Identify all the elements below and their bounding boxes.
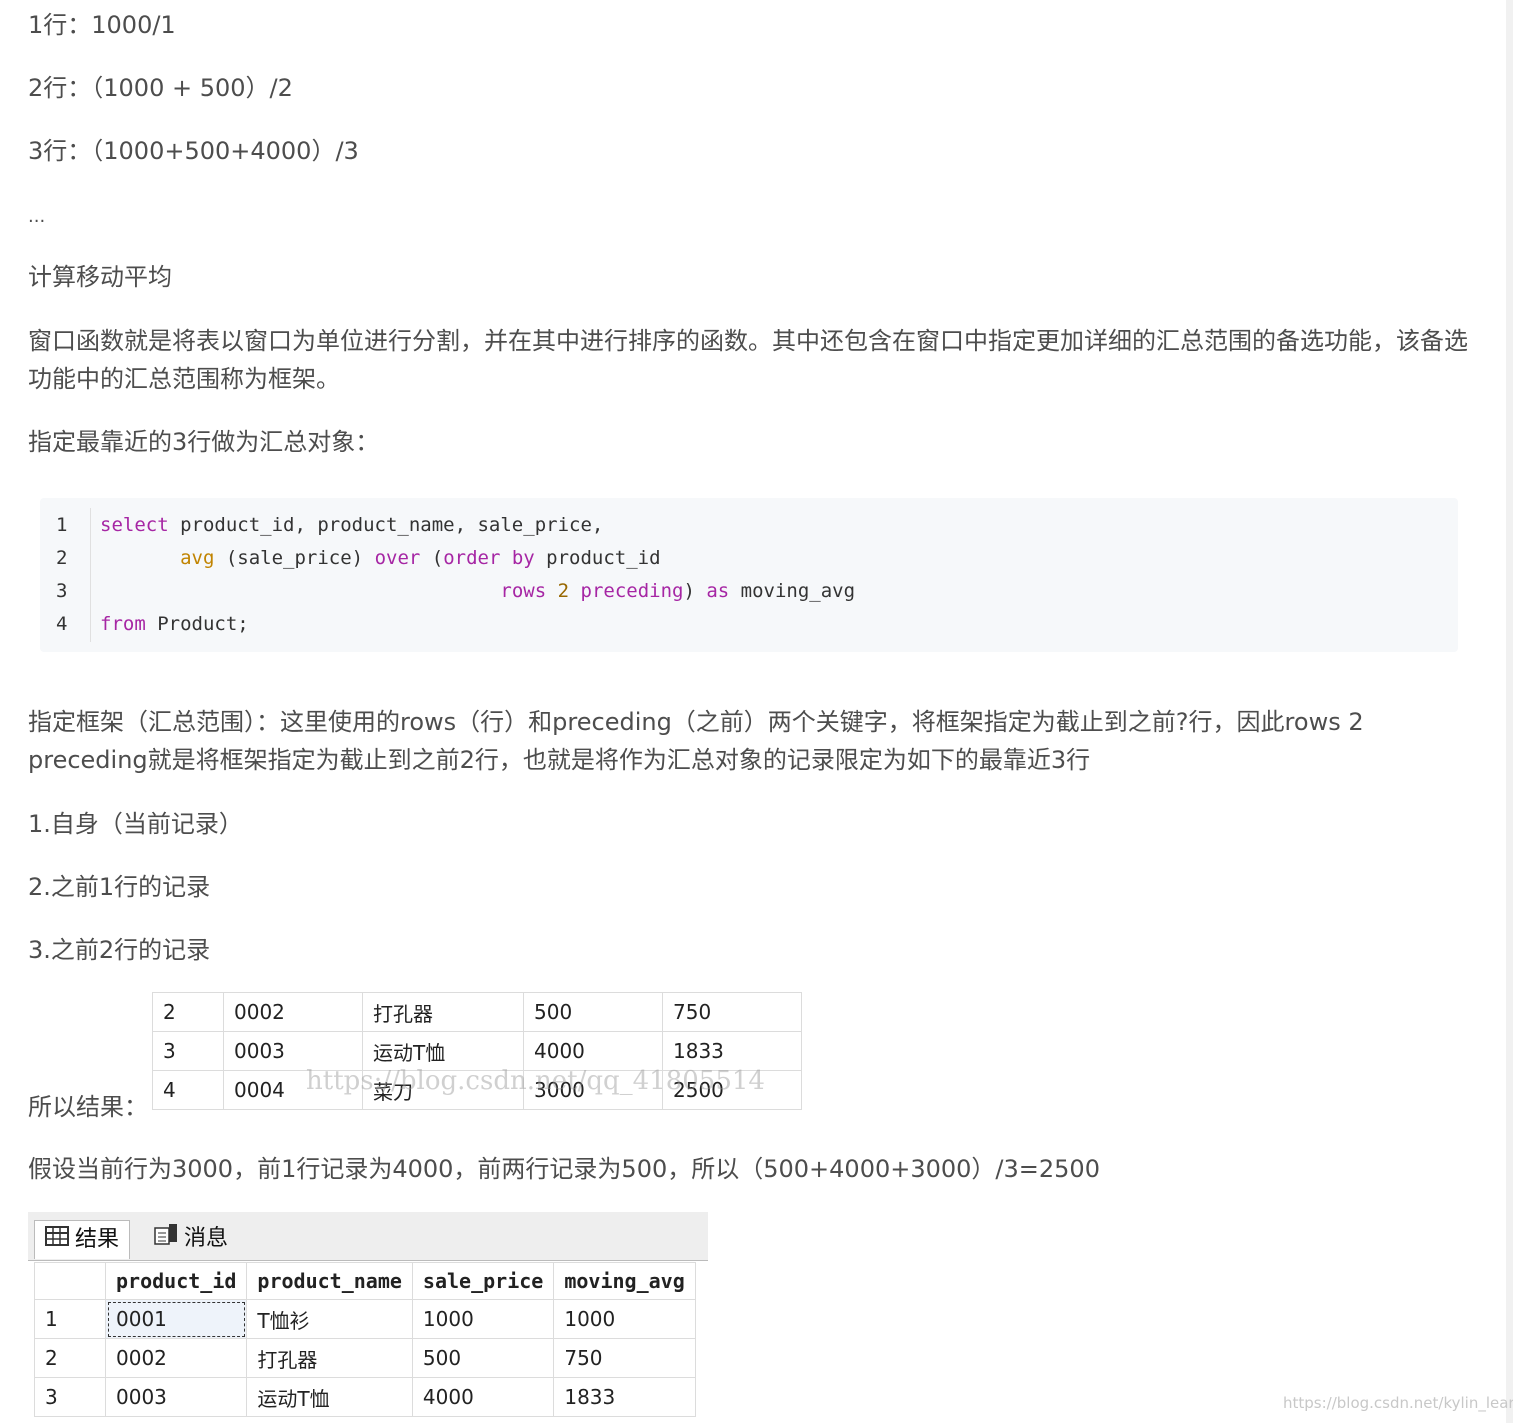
code-text: ): [683, 580, 707, 602]
cell-moving-avg[interactable]: 750: [553, 1338, 696, 1378]
cell-sale-price[interactable]: 1000: [411, 1299, 555, 1339]
intro-text: 指定最靠近的3行做为汇总对象：: [28, 428, 380, 456]
line-3-formula: 3行：（1000+500+4000）/3: [28, 137, 359, 165]
cell-sale-price[interactable]: 4000: [411, 1377, 555, 1417]
column-header[interactable]: sale_price: [411, 1262, 555, 1300]
image-watermark: https://blog.csdn.net/qq_41805514: [306, 1066, 765, 1096]
row-number: 4: [152, 1070, 224, 1110]
tab-results[interactable]: 结果: [34, 1220, 131, 1259]
column-header[interactable]: moving_avg: [553, 1262, 696, 1300]
list-item-3: 3.之前2行的记录: [28, 936, 211, 964]
results-grid[interactable]: product_id product_name sale_price movin…: [34, 1262, 696, 1417]
keyword: rows: [500, 580, 547, 602]
paragraph-frame: 指定框架（汇总范围）：这里使用的rows（行）和preceding（之前）两个关…: [28, 708, 1364, 774]
ssms-results-panel: 结果 消息 product_id product_name sale_price…: [28, 1212, 708, 1423]
tab-messages-label: 消息: [184, 1226, 229, 1251]
tab-results-label: 结果: [75, 1227, 120, 1252]
paragraph-window-function: 窗口函数就是将表以窗口为单位进行分割，并在其中进行排序的函数。其中还包含在窗口中…: [28, 327, 1468, 393]
line-2-formula: 2行：（1000 + 500）/2: [28, 74, 293, 102]
keyword: preceding: [580, 580, 684, 602]
code-line-3: rows 2 preceding) as moving_avg: [100, 580, 855, 602]
line-number: 2: [56, 547, 68, 569]
tab-messages[interactable]: 消息: [144, 1220, 238, 1258]
code-text: (: [420, 547, 444, 569]
line-number: 3: [56, 580, 68, 602]
corner-header: [34, 1262, 106, 1300]
messages-icon: [154, 1220, 178, 1258]
function: avg: [180, 547, 215, 569]
cell-moving-avg: 750: [662, 992, 802, 1032]
keyword: over: [374, 547, 421, 569]
number: 2: [557, 580, 570, 602]
page-scrollbar[interactable]: [1506, 0, 1513, 1423]
selected-cell[interactable]: 0001: [104, 1299, 248, 1339]
explanation-text: 假设当前行为3000，前1行记录为4000，前两行记录为500，所以（500+4…: [28, 1155, 1100, 1183]
column-header[interactable]: product_name: [246, 1262, 413, 1300]
keyword: as: [706, 580, 730, 602]
code-block[interactable]: 1 2 3 4 select product_id, product_name,…: [40, 498, 1458, 652]
results-tab-bar: 结果 消息: [28, 1212, 708, 1261]
line-1-formula: 1行：1000/1: [28, 11, 176, 39]
keyword: from: [100, 613, 146, 635]
row-number[interactable]: 1: [34, 1299, 106, 1339]
code-line-4: from Product;: [100, 613, 249, 635]
table-row[interactable]: 2 0002 打孔器 500 750: [34, 1338, 696, 1378]
cell-product-name: 运动T恤: [362, 1031, 524, 1071]
grid-icon: [45, 1221, 69, 1259]
code-text: product_id, product_name, sale_price,: [168, 514, 604, 536]
cell-sale-price: 4000: [523, 1031, 663, 1071]
cell-sale-price: 500: [523, 992, 663, 1032]
code-line-2: avg (sale_price) over (order by product_…: [100, 547, 661, 569]
cell-moving-avg: 1833: [662, 1031, 802, 1071]
cell-moving-avg[interactable]: 1833: [553, 1377, 696, 1417]
column-header[interactable]: product_id: [104, 1262, 248, 1300]
list-item-1: 1.自身（当前记录）: [28, 810, 243, 838]
row-number[interactable]: 2: [34, 1338, 106, 1378]
section-heading: 计算移动平均: [28, 263, 172, 291]
list-item-2: 2.之前1行的记录: [28, 873, 211, 901]
table-row[interactable]: 1 0001 T恤衫 1000 1000: [34, 1299, 696, 1339]
code-line-1: select product_id, product_name, sale_pr…: [100, 514, 603, 536]
corner-watermark: https://blog.csdn.net/kylin_learn: [1283, 1394, 1513, 1412]
cell-product-name[interactable]: T恤衫: [246, 1299, 413, 1339]
code-text: (sale_price): [214, 547, 375, 569]
cell-product-name[interactable]: 运动T恤: [246, 1377, 413, 1417]
cell-moving-avg[interactable]: 1000: [553, 1299, 696, 1339]
table-row: 3 0003 运动T恤 4000 1833: [152, 1031, 802, 1071]
code-text: Product;: [145, 613, 249, 635]
code-text: product_id: [534, 547, 661, 569]
cell-product-id[interactable]: 0003: [104, 1377, 248, 1417]
line-number: 4: [56, 613, 68, 635]
cell-product-name: 打孔器: [362, 992, 524, 1032]
keyword: order by: [443, 547, 535, 569]
keyword: select: [100, 514, 169, 536]
table-row[interactable]: 3 0003 运动T恤 4000 1833: [34, 1377, 696, 1417]
header-row: product_id product_name sale_price movin…: [34, 1262, 696, 1300]
result-label: 所以结果：: [28, 1093, 148, 1121]
cell-product-id: 0002: [223, 992, 363, 1032]
row-number: 2: [152, 992, 224, 1032]
cell-product-id[interactable]: 0002: [104, 1338, 248, 1378]
code-text: moving_avg: [729, 580, 856, 602]
ellipsis: ...: [28, 206, 46, 227]
row-number: 3: [152, 1031, 224, 1071]
table-row: 2 0002 打孔器 500 750: [152, 992, 802, 1032]
cell-sale-price[interactable]: 500: [411, 1338, 555, 1378]
line-number: 1: [56, 514, 68, 536]
cell-product-id: 0003: [223, 1031, 363, 1071]
row-number[interactable]: 3: [34, 1377, 106, 1417]
cell-product-name[interactable]: 打孔器: [246, 1338, 413, 1378]
